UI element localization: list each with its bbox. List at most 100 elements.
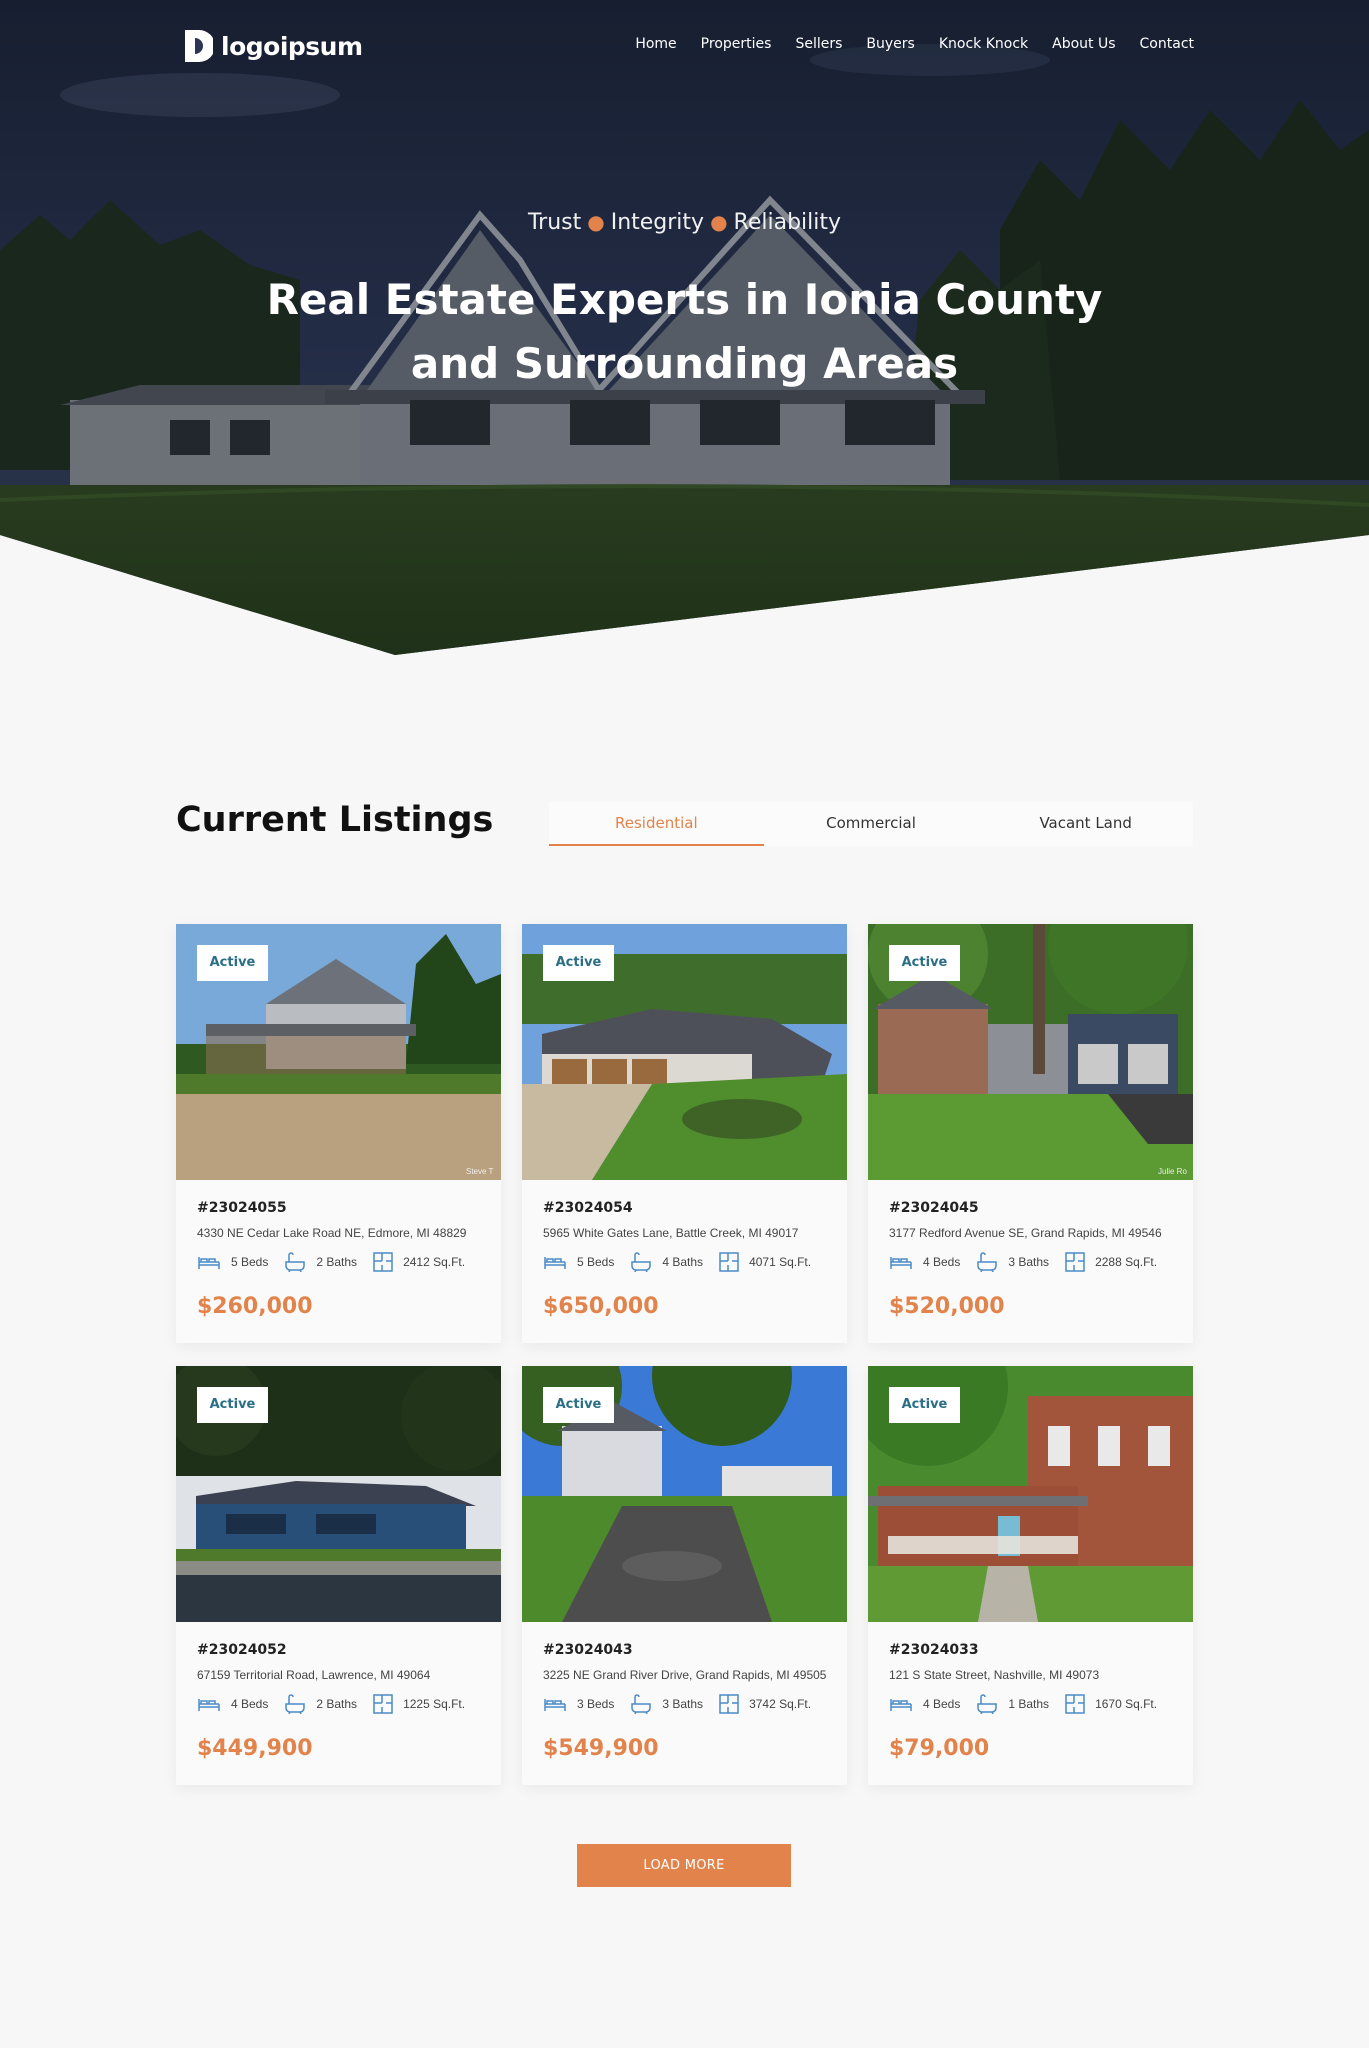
listing-address: 3177 Redford Avenue SE, Grand Rapids, MI… <box>889 1226 1162 1240</box>
listing-photo[interactable]: Steve T Active <box>176 924 501 1180</box>
bed-icon <box>198 1257 220 1269</box>
nav-item-sellers[interactable]: Sellers <box>795 36 842 52</box>
baths-count: 3 Baths <box>1008 1255 1050 1269</box>
nav-menu: Home Properties Sellers Buyers Knock Kno… <box>635 36 1194 52</box>
logo-text: logoipsum <box>221 31 363 61</box>
listing-mls-number: #23024054 <box>543 1200 633 1216</box>
sqft: 3742 Sq.Ft. <box>749 1697 812 1711</box>
status-badge: Active <box>543 1387 614 1423</box>
tab-vacant-land[interactable]: Vacant Land <box>978 802 1193 846</box>
baths-count: 3 Baths <box>662 1697 704 1711</box>
baths-count: 2 Baths <box>316 1697 358 1711</box>
listing-card[interactable]: Julie Ro Active #23024045 3177 Redford A… <box>868 924 1193 1343</box>
beds-count: 4 Beds <box>923 1697 961 1711</box>
listing-card[interactable]: Active #23024054 5965 White Gates Lane, … <box>522 924 847 1343</box>
nav-item-home[interactable]: Home <box>635 36 676 52</box>
listing-photo[interactable]: Active <box>522 924 847 1180</box>
listing-address: 67159 Territorial Road, Lawrence, MI 490… <box>197 1668 431 1682</box>
hero-title: Real Estate Experts in Ionia County and … <box>0 268 1369 396</box>
photo-credit: Steve T <box>466 1167 494 1176</box>
tagline-word: Reliability <box>733 210 842 235</box>
status-badge: Active <box>197 1387 268 1423</box>
baths-count: 2 Baths <box>316 1255 358 1269</box>
bullet-icon: ● <box>587 210 605 234</box>
logo[interactable]: logoipsum <box>183 28 363 64</box>
tagline-word: Trust <box>527 210 582 235</box>
floorplan-icon <box>719 1694 739 1714</box>
listing-card[interactable]: Active #23024033 121 S State Street, Nas… <box>868 1366 1193 1785</box>
beds-count: 5 Beds <box>231 1255 269 1269</box>
bed-icon <box>890 1257 912 1269</box>
floorplan-icon <box>373 1252 393 1272</box>
beds-count: 3 Beds <box>577 1697 615 1711</box>
tab-residential[interactable]: Residential <box>549 802 764 846</box>
top-navigation: logoipsum Home Properties Sellers Buyers… <box>0 0 1369 92</box>
listing-mls-number: #23024043 <box>543 1642 633 1658</box>
bed-icon <box>198 1699 220 1711</box>
listing-specs: 5 Beds 4 Baths 4071 Sq.Ft. <box>543 1252 827 1272</box>
photo-credit: Julie Ro <box>1158 1167 1187 1176</box>
listing-specs: 5 Beds 2 Baths 2412 Sq.Ft. <box>197 1252 481 1272</box>
hero-section: logoipsum Home Properties Sellers Buyers… <box>0 0 1369 660</box>
listing-address: 4330 NE Cedar Lake Road NE, Edmore, MI 4… <box>197 1226 467 1240</box>
floorplan-icon <box>373 1694 393 1714</box>
bath-icon <box>285 1252 306 1272</box>
listing-photo[interactable]: Active <box>868 1366 1193 1622</box>
listing-card[interactable]: Active #23024043 3225 NE Grand River Dri… <box>522 1366 847 1785</box>
listing-address: 3225 NE Grand River Drive, Grand Rapids,… <box>543 1668 827 1682</box>
baths-count: 4 Baths <box>662 1255 704 1269</box>
listing-price: $260,000 <box>197 1294 313 1319</box>
tab-commercial[interactable]: Commercial <box>764 802 979 846</box>
listing-price: $549,900 <box>543 1736 659 1761</box>
bed-icon <box>544 1257 566 1269</box>
listing-price: $79,000 <box>889 1736 990 1761</box>
nav-item-contact[interactable]: Contact <box>1140 36 1194 52</box>
listing-price: $520,000 <box>889 1294 1005 1319</box>
bath-icon <box>977 1694 998 1714</box>
listing-specs: 4 Beds 1 Baths 1670 Sq.Ft. <box>889 1694 1173 1714</box>
listings-title: Current Listings <box>176 800 494 840</box>
listing-mls-number: #23024045 <box>889 1200 979 1216</box>
hero-tagline: Trust ● Integrity ● Reliability <box>0 210 1369 235</box>
nav-item-properties[interactable]: Properties <box>701 36 772 52</box>
status-badge: Active <box>889 1387 960 1423</box>
load-more-button[interactable]: LOAD MORE <box>577 1844 791 1887</box>
sqft: 1670 Sq.Ft. <box>1095 1697 1158 1711</box>
nav-item-buyers[interactable]: Buyers <box>866 36 914 52</box>
listing-address: 5965 White Gates Lane, Battle Creek, MI … <box>543 1226 799 1240</box>
listing-price: $650,000 <box>543 1294 659 1319</box>
listing-card[interactable]: Active #23024052 67159 Territorial Road,… <box>176 1366 501 1785</box>
bath-icon <box>977 1252 998 1272</box>
bed-icon <box>544 1699 566 1711</box>
floorplan-icon <box>1065 1694 1085 1714</box>
listing-address: 121 S State Street, Nashville, MI 49073 <box>889 1668 1100 1682</box>
nav-item-knock-knock[interactable]: Knock Knock <box>939 36 1028 52</box>
listing-price: $449,900 <box>197 1736 313 1761</box>
hero-title-line: Real Estate Experts in Ionia County <box>266 275 1103 324</box>
floorplan-icon <box>719 1252 739 1272</box>
bed-icon <box>890 1699 912 1711</box>
listing-card[interactable]: Steve T Active #23024055 4330 NE Cedar L… <box>176 924 501 1343</box>
bath-icon <box>631 1694 652 1714</box>
baths-count: 1 Baths <box>1008 1697 1050 1711</box>
nav-item-about-us[interactable]: About Us <box>1052 36 1115 52</box>
listing-mls-number: #23024052 <box>197 1642 287 1658</box>
listing-photo[interactable]: Active <box>176 1366 501 1622</box>
listing-specs: 4 Beds 2 Baths 1225 Sq.Ft. <box>197 1694 481 1714</box>
status-badge: Active <box>889 945 960 981</box>
bath-icon <box>631 1252 652 1272</box>
beds-count: 4 Beds <box>923 1255 961 1269</box>
floorplan-icon <box>1065 1252 1085 1272</box>
sqft: 2288 Sq.Ft. <box>1095 1255 1158 1269</box>
listing-type-tabs: Residential Commercial Vacant Land <box>549 802 1193 846</box>
tagline-word: Integrity <box>610 210 705 235</box>
hero-title-line: and Surrounding Areas <box>410 339 959 388</box>
status-badge: Active <box>197 945 268 981</box>
listing-mls-number: #23024055 <box>197 1200 287 1216</box>
logo-icon <box>185 30 213 62</box>
listing-specs: 4 Beds 3 Baths 2288 Sq.Ft. <box>889 1252 1173 1272</box>
listing-photo[interactable]: Julie Ro Active <box>868 924 1193 1180</box>
beds-count: 4 Beds <box>231 1697 269 1711</box>
listing-mls-number: #23024033 <box>889 1642 979 1658</box>
listing-photo[interactable]: Active <box>522 1366 847 1622</box>
